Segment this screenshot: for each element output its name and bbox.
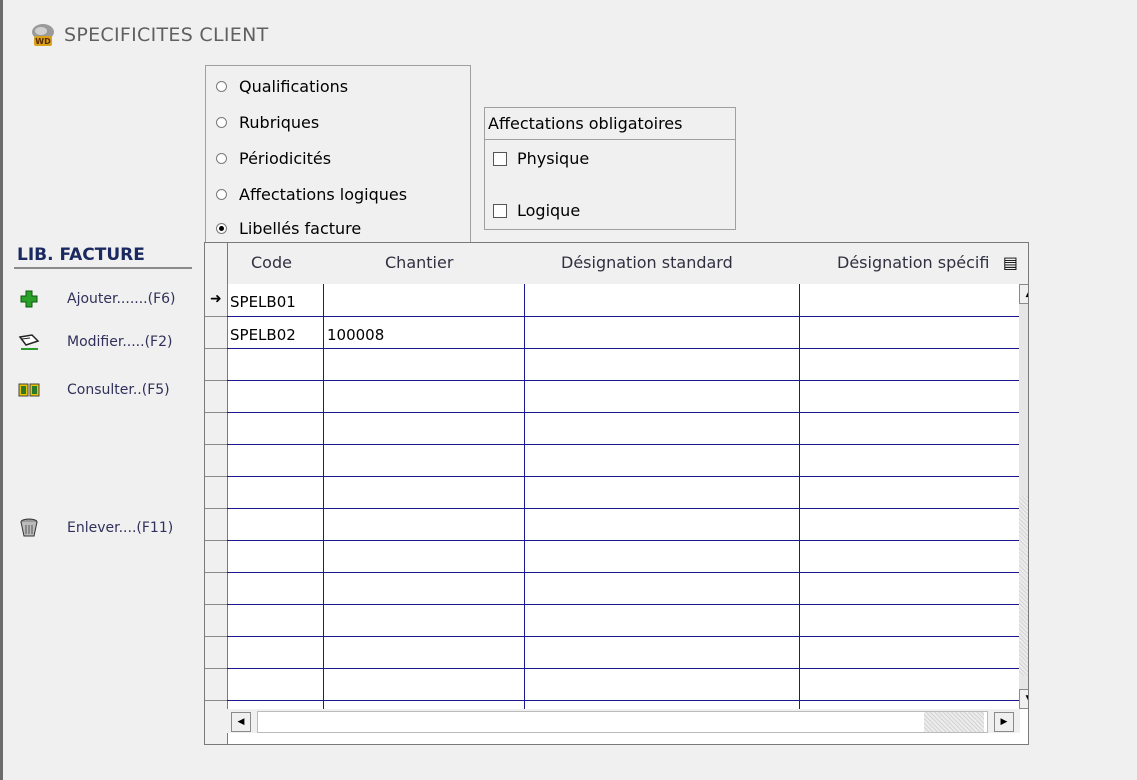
row-header-divider [205, 508, 227, 509]
row-header-divider [205, 540, 227, 541]
affectations-obligatoires-group: Affectations obligatoires Physique Logiq… [484, 107, 736, 230]
action-label: Enlever....(F11) [67, 520, 174, 536]
group-title: Affectations obligatoires [488, 114, 683, 133]
row-header-divider [205, 380, 227, 381]
divider [485, 139, 735, 140]
row-header-divider [205, 636, 227, 637]
row-divider [227, 444, 1020, 445]
scroll-right-button[interactable]: ▶ [994, 712, 1014, 732]
radio-libelles-facture[interactable]: Libellés facture [216, 216, 361, 240]
action-label: Consulter..(F5) [67, 382, 170, 398]
radio-button-icon[interactable] [216, 116, 227, 128]
trash-icon [18, 518, 40, 538]
edit-icon [18, 332, 40, 352]
action-label: Ajouter.......(F6) [67, 291, 176, 307]
row-divider [227, 508, 1020, 509]
radio-affectations-logiques[interactable]: Affectations logiques [216, 182, 407, 206]
svg-text:WD: WD [35, 37, 51, 46]
row-header-divider [205, 604, 227, 605]
radio-label: Rubriques [239, 112, 320, 132]
row-header-divider [205, 700, 227, 701]
radio-rubriques[interactable]: Rubriques [216, 110, 319, 134]
enlever-button[interactable]: Enlever....(F11) [18, 515, 203, 541]
column-header-chantier[interactable]: Chantier [385, 253, 453, 272]
scroll-left-button[interactable]: ◀ [231, 712, 251, 732]
consulter-button[interactable]: Consulter..(F5) [18, 377, 203, 403]
row-divider [227, 380, 1020, 381]
radio-label: Périodicités [239, 148, 332, 168]
action-label: Modifier.....(F2) [67, 334, 173, 350]
row-header-divider [205, 572, 227, 573]
view-radio-group: Qualifications Rubriques Périodicités Af… [205, 65, 471, 244]
current-row-arrow-icon: ➜ [210, 291, 222, 307]
row-divider [227, 348, 1020, 349]
scroll-thumb[interactable] [924, 712, 984, 732]
horizontal-scrollbar[interactable]: ◀ ▶ [227, 709, 1020, 733]
cell-chantier[interactable]: 100008 [327, 326, 384, 344]
wd-app-icon: WD [32, 24, 54, 46]
row-divider [227, 700, 1020, 701]
modifier-button[interactable]: Modifier.....(F2) [18, 329, 203, 355]
cell-code[interactable]: SPELB02 [230, 326, 296, 344]
scroll-down-button[interactable]: ▼ [1019, 689, 1028, 709]
checkbox-label: Logique [517, 201, 581, 220]
radio-button-icon[interactable] [216, 188, 227, 200]
column-header-designation-specifique[interactable]: Désignation spécifi [837, 253, 989, 272]
libelles-table[interactable]: Code Chantier Désignation standard Désig… [204, 242, 1029, 745]
row-divider [227, 572, 1020, 573]
panel-title-underline [14, 267, 192, 269]
book-icon [18, 380, 40, 400]
panel-title: LIB. FACTURE [17, 245, 145, 265]
column-chooser-icon[interactable]: ▤ [1003, 253, 1018, 272]
checkbox-label: Physique [517, 149, 590, 168]
row-header-divider [205, 316, 227, 317]
window-title: SPECIFICITES CLIENT [64, 24, 269, 46]
vertical-scrollbar[interactable]: ▲ ▼ [1019, 284, 1028, 709]
checkbox-icon[interactable] [493, 151, 507, 166]
radio-button-checked-icon[interactable] [216, 222, 227, 234]
row-divider [227, 668, 1020, 669]
row-divider [227, 636, 1020, 637]
row-header-divider [205, 348, 227, 349]
radio-button-icon[interactable] [216, 152, 227, 164]
row-divider [227, 476, 1020, 477]
column-header-designation-standard[interactable]: Désignation standard [561, 253, 733, 272]
row-divider [227, 412, 1020, 413]
scroll-track[interactable] [257, 711, 988, 733]
window-left-edge [0, 0, 3, 780]
cell-code[interactable]: SPELB01 [230, 293, 296, 311]
radio-button-icon[interactable] [216, 80, 227, 92]
ajouter-button[interactable]: Ajouter.......(F6) [18, 286, 203, 312]
row-header-divider [205, 668, 227, 669]
checkbox-icon[interactable] [493, 203, 507, 218]
radio-label: Qualifications [239, 76, 349, 96]
row-divider [227, 316, 1020, 317]
window-title-bar: WD SPECIFICITES CLIENT [30, 20, 269, 50]
row-divider [227, 540, 1020, 541]
row-header-divider [205, 444, 227, 445]
checkbox-logique[interactable]: Logique [493, 201, 580, 220]
scroll-track[interactable] [1019, 496, 1028, 676]
row-header-divider [205, 476, 227, 477]
plus-icon [18, 289, 40, 309]
radio-qualifications[interactable]: Qualifications [216, 74, 348, 98]
row-header-divider [205, 412, 227, 413]
radio-label: Affectations logiques [239, 184, 408, 204]
radio-label: Libellés facture [239, 218, 362, 238]
scroll-up-button[interactable]: ▲ [1019, 284, 1028, 304]
checkbox-physique[interactable]: Physique [493, 149, 589, 168]
column-header-code[interactable]: Code [251, 253, 292, 272]
radio-periodicites[interactable]: Périodicités [216, 146, 331, 170]
row-divider [227, 604, 1020, 605]
